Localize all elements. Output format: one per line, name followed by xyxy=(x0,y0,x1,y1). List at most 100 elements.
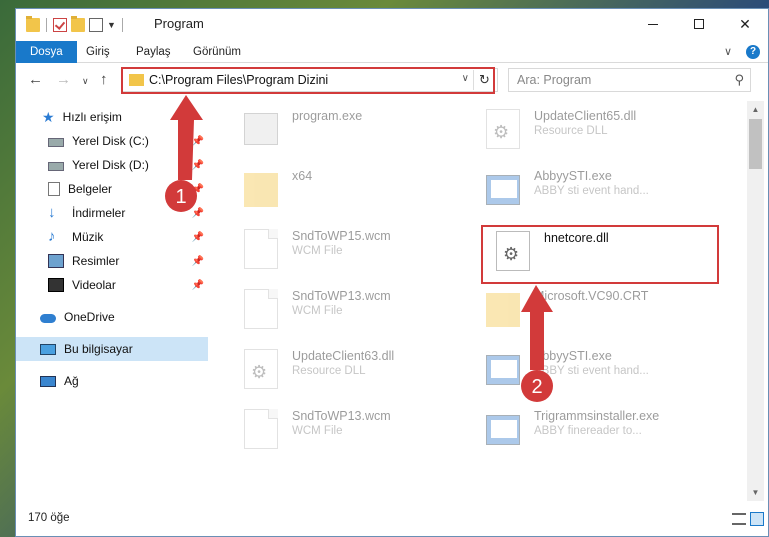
chevron-down-icon[interactable]: ▼ xyxy=(107,20,116,30)
sidebar-item-label: Yerel Disk (C:) xyxy=(72,134,149,148)
large-icons-view-icon[interactable] xyxy=(750,512,764,526)
file-list: program.exe UpdateClient65.dll Resource … xyxy=(216,101,746,501)
network-icon xyxy=(40,375,56,387)
file-name: UpdateClient63.dll xyxy=(292,349,395,363)
new-folder-icon[interactable] xyxy=(71,16,85,32)
sidebar-item-label: Müzik xyxy=(72,230,104,244)
star-icon: ★ xyxy=(42,109,55,125)
file-description: WCM File xyxy=(292,245,343,257)
file-icon xyxy=(244,229,278,269)
search-placeholder: Ara: Program xyxy=(517,73,592,87)
properties-icon[interactable] xyxy=(89,18,103,32)
tab-paylas[interactable]: Paylaş xyxy=(136,41,171,63)
sidebar-item-local-disk-c[interactable]: Yerel Disk (C:) 📌 xyxy=(16,129,208,153)
item-count: 170 öğe xyxy=(28,512,70,524)
sidebar-item-label: Videolar xyxy=(72,278,116,292)
recent-locations-chevron-icon[interactable]: ∨ xyxy=(82,76,89,87)
expand-ribbon-icon[interactable]: ∨ xyxy=(724,45,732,59)
sidebar-item-videos[interactable]: Videolar 📌 xyxy=(16,273,208,297)
scroll-down-icon[interactable]: ▼ xyxy=(747,484,764,501)
tab-gorunum[interactable]: Görünüm xyxy=(193,41,241,63)
search-icon[interactable]: ⚲ xyxy=(734,72,744,88)
maximize-button[interactable] xyxy=(676,9,722,39)
list-item[interactable]: UpdateClient63.dll Resource DLL xyxy=(244,345,474,395)
help-icon[interactable]: ? xyxy=(746,45,760,59)
tab-dosya[interactable]: Dosya xyxy=(16,41,77,63)
minimize-icon xyxy=(648,23,658,25)
folder-icon[interactable] xyxy=(26,16,40,32)
file-name: SndToWP13.wcm xyxy=(292,289,391,303)
download-icon: ↓ xyxy=(48,204,56,221)
ribbon-tabs: Dosya Giriş Paylaş Görünüm ∨ ? xyxy=(16,41,768,63)
list-item[interactable]: x64 xyxy=(244,165,474,215)
details-view-icon[interactable] xyxy=(732,513,746,525)
scroll-up-icon[interactable]: ▲ xyxy=(747,101,764,118)
sidebar-item-music[interactable]: ♪ Müzik 📌 xyxy=(16,225,208,249)
pin-icon[interactable]: 📌 xyxy=(192,280,204,291)
file-description: WCM File xyxy=(292,305,343,317)
sidebar-item-network[interactable]: Ağ xyxy=(16,369,208,393)
list-item[interactable]: AbbyySTI.exe ABBY sti event hand... xyxy=(486,345,716,395)
status-bar: 170 öğe xyxy=(16,503,768,535)
file-icon xyxy=(244,289,278,329)
list-item[interactable]: Microsoft.VC90.CRT xyxy=(486,285,716,335)
sidebar-item-label: Resimler xyxy=(72,254,120,268)
list-item[interactable]: program.exe xyxy=(244,105,474,155)
file-name: AbbyySTI.exe xyxy=(534,169,612,183)
file-name: UpdateClient65.dll xyxy=(534,109,637,123)
computer-icon xyxy=(40,343,56,355)
videos-icon xyxy=(48,278,64,292)
window-title: Program xyxy=(154,16,204,31)
list-item[interactable]: SndToWP13.wcm WCM File xyxy=(244,285,474,335)
pin-icon[interactable]: 📌 xyxy=(192,136,204,147)
file-description: WCM File xyxy=(292,425,343,437)
list-item[interactable]: Trigrammsinstaller.exe ABBY finereader t… xyxy=(486,405,716,455)
properties-check-icon[interactable] xyxy=(53,18,67,32)
sidebar-item-quick-access[interactable]: ★ Hızlı erişim xyxy=(16,105,208,129)
sidebar-item-label: Ağ xyxy=(64,374,79,388)
pin-icon[interactable]: 📌 xyxy=(192,208,204,219)
sidebar-item-downloads[interactable]: ↓ İndirmeler 📌 xyxy=(16,201,208,225)
file-description: ABBY finereader to... xyxy=(534,425,642,437)
list-item[interactable]: SndToWP15.wcm WCM File xyxy=(244,225,474,275)
sidebar-item-pictures[interactable]: Resimler 📌 xyxy=(16,249,208,273)
sidebar-item-documents[interactable]: Belgeler 📌 xyxy=(16,177,208,201)
pin-icon[interactable]: 📌 xyxy=(192,232,204,243)
sidebar-item-this-pc[interactable]: Bu bilgisayar xyxy=(16,337,208,361)
search-input[interactable]: Ara: Program ⚲ xyxy=(508,68,751,92)
pin-icon[interactable]: 📌 xyxy=(192,160,204,171)
file-icon xyxy=(244,409,278,449)
sidebar-item-label: Belgeler xyxy=(68,182,113,196)
pin-icon[interactable]: 📌 xyxy=(192,184,204,195)
file-name: SndToWP13.wcm xyxy=(292,409,391,423)
file-name: AbbyySTI.exe xyxy=(534,349,612,363)
list-item[interactable]: SndToWP13.wcm WCM File xyxy=(244,405,474,455)
sidebar-item-label: Bu bilgisayar xyxy=(64,342,133,356)
forward-arrow-icon[interactable]: → xyxy=(56,71,71,88)
file-name: Microsoft.VC90.CRT xyxy=(534,289,649,303)
scrollbar-thumb[interactable] xyxy=(749,119,762,169)
cloud-icon xyxy=(40,313,56,323)
list-item[interactable]: UpdateClient65.dll Resource DLL xyxy=(486,105,716,155)
sidebar-item-label: Hızlı erişim xyxy=(62,110,122,124)
file-description: ABBY sti event hand... xyxy=(534,365,649,377)
music-icon: ♪ xyxy=(48,228,56,245)
sidebar-item-onedrive[interactable]: OneDrive xyxy=(16,305,208,329)
application-icon xyxy=(244,113,278,145)
disk-icon xyxy=(48,161,64,171)
list-item[interactable]: AbbyySTI.exe ABBY sti event hand... xyxy=(486,165,716,215)
back-arrow-icon[interactable]: ← xyxy=(28,71,43,88)
file-name: SndToWP15.wcm xyxy=(292,229,391,243)
sidebar-item-local-disk-d[interactable]: Yerel Disk (D:) 📌 xyxy=(16,153,208,177)
vertical-scrollbar[interactable]: ▲ ▼ xyxy=(747,101,764,501)
up-arrow-icon[interactable]: ↑ xyxy=(100,71,108,88)
dll-gear-icon xyxy=(486,109,520,149)
close-icon: ✕ xyxy=(739,15,751,32)
application-icon xyxy=(486,175,520,205)
ribbon-controls: ∨ ? xyxy=(724,45,760,59)
pin-icon[interactable]: 📌 xyxy=(192,256,204,267)
tab-giris[interactable]: Giriş xyxy=(86,41,110,63)
close-button[interactable]: ✕ xyxy=(722,9,768,39)
folder-icon xyxy=(486,293,520,327)
minimize-button[interactable] xyxy=(630,9,676,39)
